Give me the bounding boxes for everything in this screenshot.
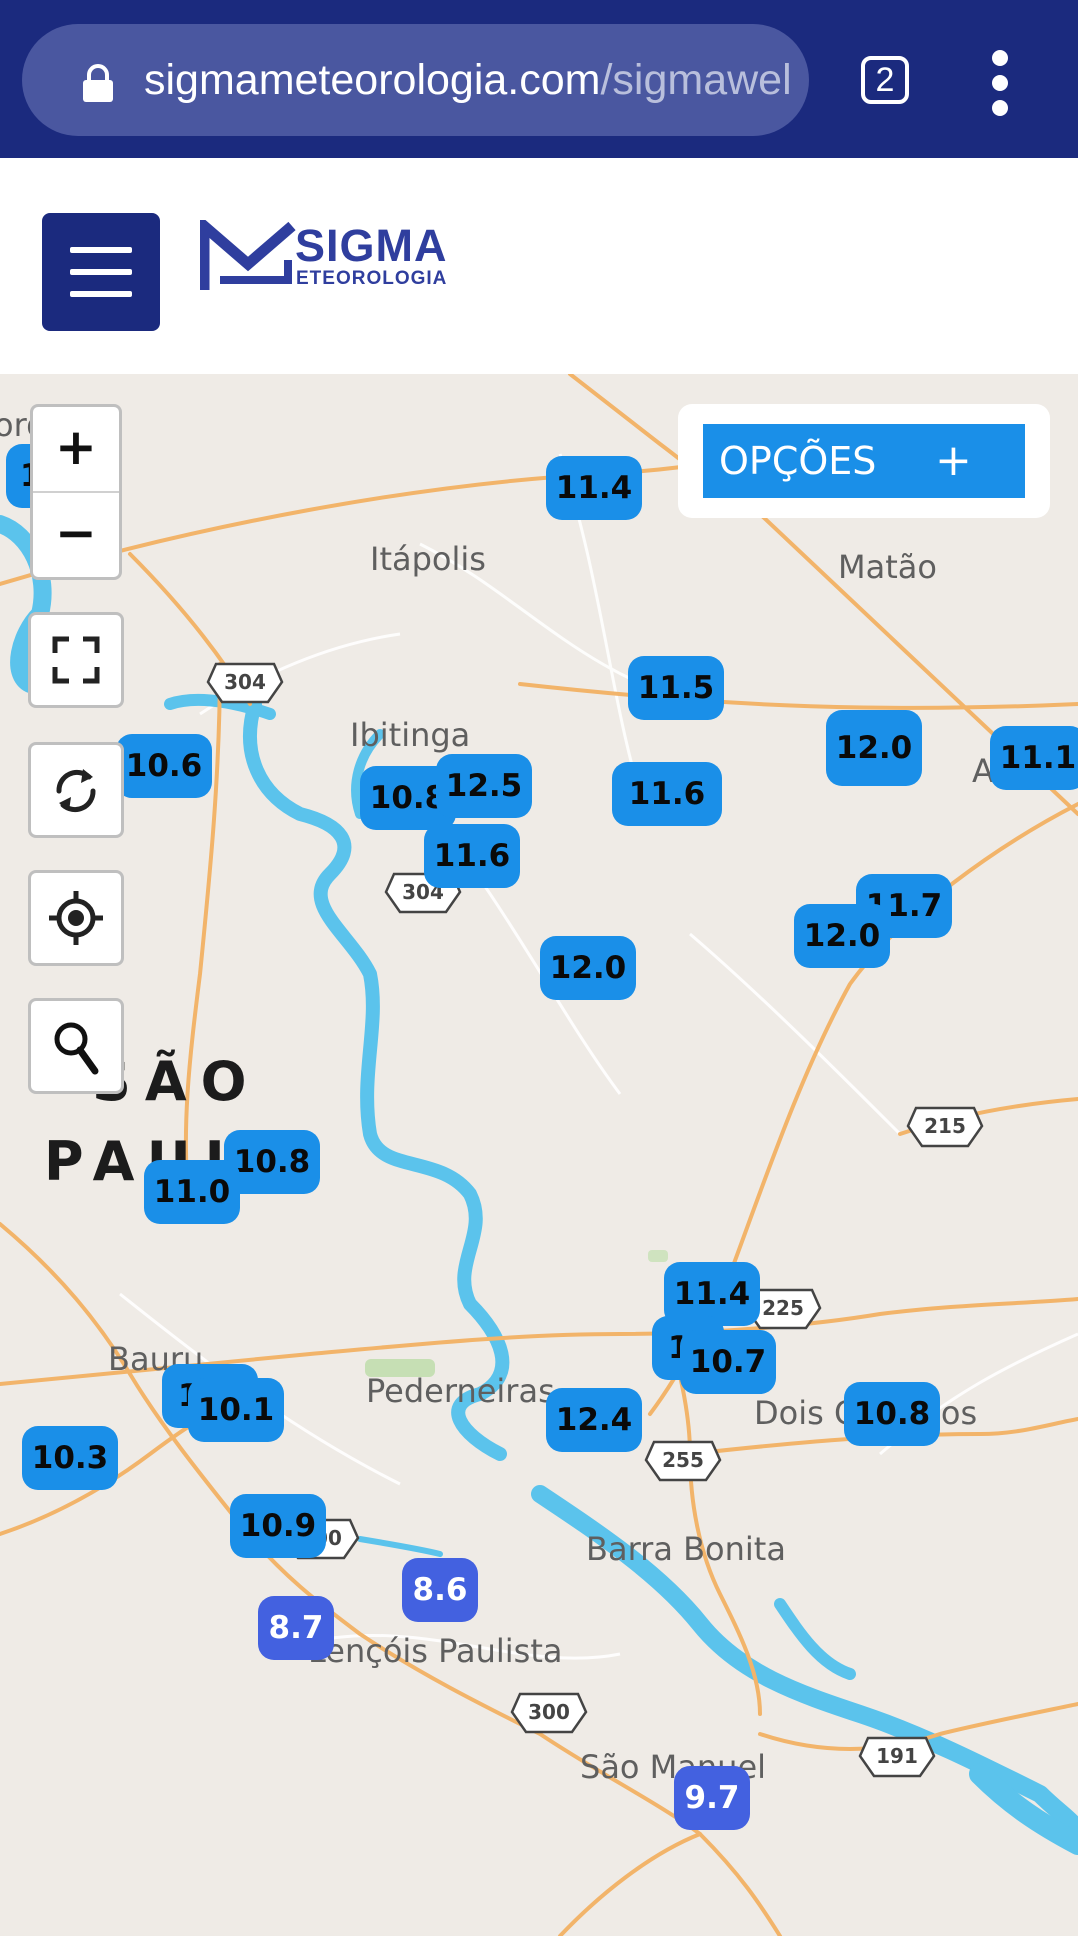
temperature-marker[interactable]: 12.0 [794,904,890,968]
temperature-marker[interactable]: 10.9 [230,1494,326,1558]
temperature-marker[interactable]: 11.6 [424,824,520,888]
crosshair-icon [49,891,103,945]
hamburger-menu-button[interactable] [42,213,160,331]
temperature-marker[interactable]: 8.6 [402,1558,478,1622]
temperature-marker[interactable]: 11.1 [990,726,1078,790]
url-path: /sigmawel [600,56,792,104]
address-bar[interactable]: sigmameteorologia.com/sigmawel [22,24,809,136]
lock-icon [83,64,113,102]
place-matao: Matão [838,548,937,586]
place-lencois-paulista: Lençóis Paulista [308,1632,563,1670]
temperature-marker[interactable]: 12.5 [436,754,532,818]
temperature-marker[interactable]: 10.7 [680,1330,776,1394]
url-text: sigmameteorologia.com/sigmawel [144,50,804,110]
logo-subtitle: ETEOROLOGIA [296,268,448,289]
search-icon [54,1022,99,1075]
temperature-marker[interactable]: 10.8 [844,1382,940,1446]
place-ibitinga: Ibitinga [350,716,471,754]
zoom-control: + − [30,404,122,580]
fullscreen-icon [52,636,100,684]
options-panel: OPÇÕES + [678,404,1050,518]
refresh-button[interactable] [28,742,124,838]
temperature-marker[interactable]: 9.7 [674,1766,750,1830]
temperature-marker[interactable]: 11.0 [144,1160,240,1224]
highway-shield-304-north: 304 [206,658,284,706]
browser-menu-icon[interactable] [985,50,1015,116]
tab-switcher-button[interactable]: 2 [861,56,909,104]
temperature-marker[interactable]: 11.5 [628,656,724,720]
search-button[interactable] [28,998,124,1094]
logo-title: SIGMA [295,220,448,271]
highway-shield-215: 215 [906,1102,984,1150]
url-domain: sigmameteorologia.com [144,56,601,104]
locate-button[interactable] [28,870,124,966]
place-itapolis: Itápolis [370,540,486,578]
zoom-in-button[interactable]: + [33,407,119,491]
place-pederneiras: Pederneiras [366,1372,555,1410]
sigma-logo[interactable]: SIGMA ETEOROLOGIA [200,218,460,298]
highway-shield-300-south: 300 [510,1688,588,1736]
temperature-marker[interactable]: 10.3 [22,1426,118,1490]
temperature-marker[interactable]: 12.4 [546,1388,642,1452]
temperature-marker[interactable]: 11.4 [546,456,642,520]
weather-map[interactable]: ordide Itápolis Matão Ibitinga A SÃO PAU… [0,374,1078,1936]
temperature-marker[interactable]: 8.7 [258,1596,334,1660]
options-label: OPÇÕES [719,439,877,483]
fullscreen-button[interactable] [28,612,124,708]
temperature-marker[interactable]: 12.0 [826,710,922,786]
place-barra-bonita: Barra Bonita [586,1530,786,1568]
options-button[interactable]: OPÇÕES + [703,424,1025,498]
temperature-marker[interactable]: 10.6 [116,734,212,798]
sigma-logo-mark [200,220,296,290]
zoom-out-button[interactable]: − [33,493,119,577]
plus-icon: + [935,435,972,486]
highway-shield-255: 255 [644,1436,722,1484]
temperature-marker[interactable]: 10.1 [188,1378,284,1442]
browser-toolbar: sigmameteorologia.com/sigmawel 2 [0,0,1078,158]
temperature-marker[interactable]: 11.6 [612,762,722,826]
temperature-marker[interactable]: 12.0 [540,936,636,1000]
site-header: SIGMA ETEOROLOGIA [0,158,1078,374]
highway-shield-191: 191 [858,1732,936,1780]
refresh-icon [56,769,96,813]
